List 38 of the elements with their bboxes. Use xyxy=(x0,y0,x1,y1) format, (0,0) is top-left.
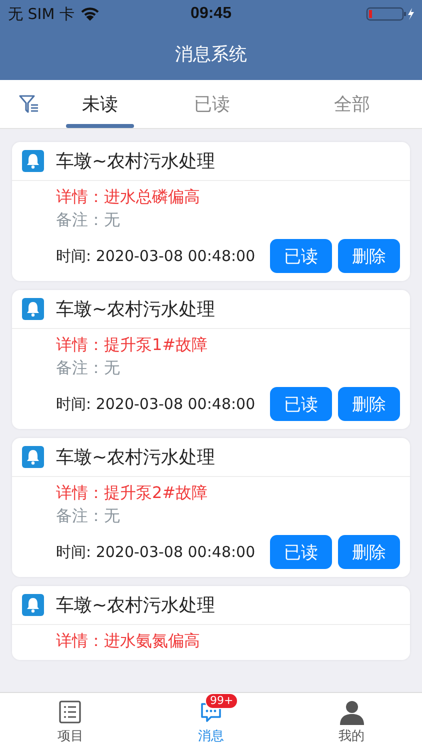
action-button[interactable]: 已读 xyxy=(270,387,332,421)
tab-bar-item[interactable]: 99+ 消息 xyxy=(140,693,282,750)
action-button[interactable]: 已读 xyxy=(270,535,332,569)
person-icon xyxy=(338,698,365,724)
page-title: 消息系统 xyxy=(175,43,247,66)
tab[interactable]: 全部 xyxy=(282,80,422,128)
message-detail: 详情：进水总磷偏高 xyxy=(56,186,201,208)
action-button[interactable]: 已读 xyxy=(270,239,332,273)
list-icon xyxy=(58,700,82,724)
tab[interactable]: 已读 xyxy=(142,80,282,128)
bell-icon xyxy=(22,446,44,468)
bell-icon xyxy=(22,150,44,172)
count-badge: 99+ xyxy=(205,692,238,708)
message-detail: 详情：提升泵1#故障 xyxy=(56,334,209,356)
action-button[interactable]: 删除 xyxy=(338,239,400,273)
action-button[interactable]: 删除 xyxy=(338,387,400,421)
wifi-icon xyxy=(80,7,100,21)
tab-bar-item[interactable]: 我的 xyxy=(281,693,422,750)
carrier-label: 无 SIM 卡 xyxy=(8,4,74,24)
message-remark: 备注：无 xyxy=(56,209,121,231)
message-remark: 备注：无 xyxy=(56,357,121,379)
tab-bar-item[interactable]: 项目 xyxy=(0,693,141,750)
message-remark: 备注：无 xyxy=(56,505,121,527)
message-title: 车墩~农村污水处理 xyxy=(56,446,216,469)
message-title: 车墩~农村污水处理 xyxy=(56,594,216,617)
battery-icon xyxy=(366,6,416,22)
message-detail: 详情：提升泵2#故障 xyxy=(56,482,209,504)
tab[interactable]: 未读 xyxy=(58,80,142,128)
bell-icon xyxy=(22,594,44,616)
bell-icon xyxy=(22,298,44,320)
message-time: 时间: 2020-03-08 00:48:00 xyxy=(56,394,256,414)
message-detail: 详情：进水氨氮偏高 xyxy=(56,630,201,652)
message-title: 车墩~农村污水处理 xyxy=(56,150,216,173)
message-title: 车墩~农村污水处理 xyxy=(56,298,216,321)
message-time: 时间: 2020-03-08 00:48:00 xyxy=(56,542,256,562)
action-button[interactable]: 删除 xyxy=(338,535,400,569)
message-time: 时间: 2020-03-08 00:48:00 xyxy=(56,246,256,266)
clock: 09:45 xyxy=(190,5,232,23)
